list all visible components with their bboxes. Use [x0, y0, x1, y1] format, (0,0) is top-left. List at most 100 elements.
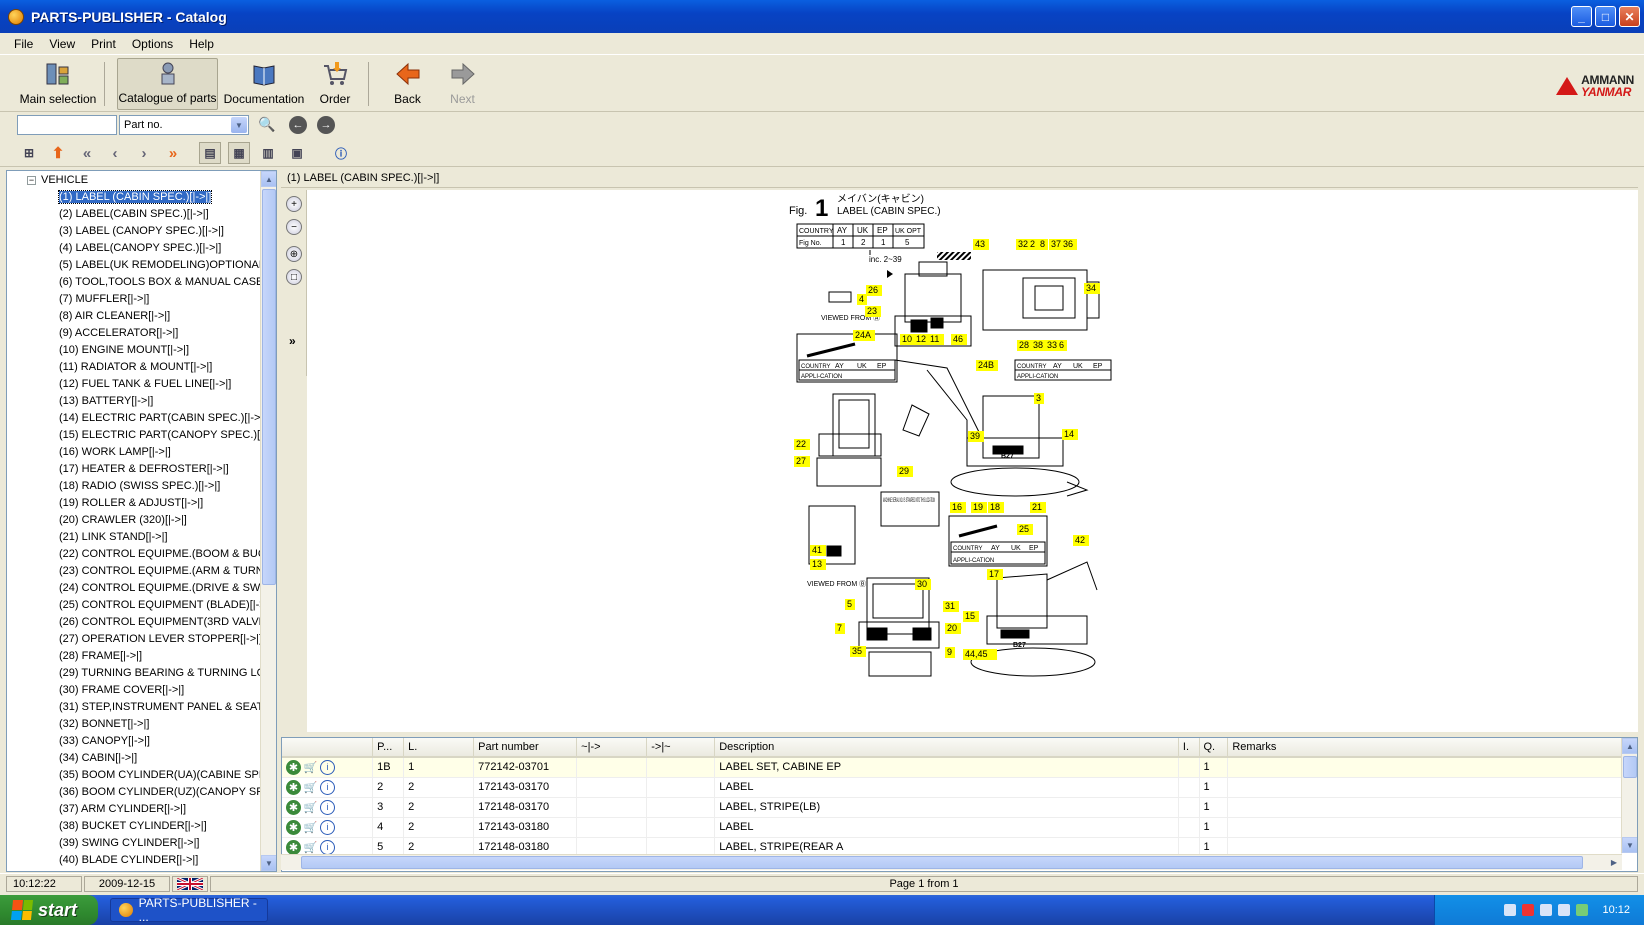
tree-item[interactable]: (10) ENGINE MOUNT[|->|] [57, 343, 269, 360]
tree-item[interactable]: (35) BOOM CYLINDER(UA)(CABINE SPEC.)[|->… [57, 768, 269, 785]
zoom-out-icon[interactable]: − [286, 219, 302, 235]
callout-label[interactable]: 27 [796, 456, 806, 466]
tree-item[interactable]: (23) CONTROL EQUIPME.(ARM & TURNING)[|->… [57, 564, 269, 581]
minimize-button[interactable]: _ [1571, 6, 1592, 27]
part-detail-icon[interactable]: ✱ [286, 819, 301, 835]
callout-label[interactable]: 44,45 [965, 649, 988, 659]
callout-label[interactable]: 16 [952, 502, 962, 512]
tree-item[interactable]: (33) CANOPY[|->|] [57, 734, 269, 751]
callout-label[interactable]: 38 [1033, 340, 1043, 350]
grid-scroll-up-icon[interactable]: ▲ [1622, 738, 1637, 754]
menu-help[interactable]: Help [181, 37, 222, 51]
parts-drawing[interactable]: Fig. 1 メイバン(キャビン) LABEL (CABIN SPEC.) CO… [307, 190, 1638, 732]
scroll-up-icon[interactable]: ▲ [261, 171, 276, 187]
tree-item[interactable]: (25) CONTROL EQUIPMENT (BLADE)[|->|] [57, 598, 269, 615]
tree-item[interactable]: (3) LABEL (CANOPY SPEC.)[|->|] [57, 224, 269, 241]
callout-label[interactable]: 24B [978, 360, 994, 370]
info-icon[interactable]: i [320, 839, 335, 855]
tree-item[interactable]: (9) ACCELERATOR[|->|] [57, 326, 269, 343]
maximize-button[interactable]: □ [1595, 6, 1616, 27]
part-detail-icon[interactable]: ✱ [286, 839, 301, 855]
view-thumbnails-icon[interactable]: ▣ [286, 142, 308, 164]
prev-result-icon[interactable]: ← [289, 116, 307, 134]
tree-item[interactable]: (5) LABEL(UK REMODELING)OPTIONAL[|->|] [57, 258, 269, 275]
zoom-area-icon[interactable]: ⊕ [286, 246, 302, 262]
info-icon[interactable]: i [320, 759, 335, 775]
tree-item[interactable]: (32) BONNET[|->|] [57, 717, 269, 734]
callout-label[interactable]: 6 [1059, 340, 1064, 350]
tree-root[interactable]: − VEHICLE [27, 174, 88, 186]
tree-item[interactable]: (28) FRAME[|->|] [57, 649, 269, 666]
callout-label[interactable]: 12 [916, 334, 926, 344]
collapse-icon[interactable]: − [27, 175, 36, 185]
callout-label[interactable]: 9 [947, 647, 952, 657]
callout-label[interactable]: 4 [859, 294, 864, 304]
language-flag-icon[interactable] [172, 876, 208, 892]
callout-label[interactable]: 37 [1051, 239, 1061, 249]
scroll-down-icon[interactable]: ▼ [261, 855, 276, 871]
add-to-cart-icon[interactable]: 🛒 [303, 780, 318, 795]
tree-item[interactable]: (15) ELECTRIC PART(CANOPY SPEC.)[|->|] [57, 428, 269, 445]
network-icon[interactable] [1504, 904, 1517, 916]
menu-options[interactable]: Options [124, 37, 181, 51]
tree-item[interactable]: (26) CONTROL EQUIPMENT(3RD VALVE)[|->|] [57, 615, 269, 632]
grid-hscrollbar[interactable]: ▶ [281, 854, 1622, 870]
tree-item[interactable]: (21) LINK STAND[|->|] [57, 530, 269, 547]
tree-item[interactable]: (31) STEP,INSTRUMENT PANEL & SEAT[|->|] [57, 700, 269, 717]
callout-label[interactable]: 21 [1032, 502, 1042, 512]
fit-page-icon[interactable]: □ [286, 269, 302, 285]
next-page-icon[interactable]: › [133, 142, 155, 164]
callout-label[interactable]: 14 [1064, 429, 1074, 439]
order-button[interactable]: Order [310, 58, 360, 110]
info-icon[interactable]: i [320, 819, 335, 835]
callout-label[interactable]: 18 [990, 502, 1000, 512]
add-to-cart-icon[interactable]: 🛒 [303, 820, 318, 835]
callout-label[interactable]: 36 [1063, 239, 1073, 249]
main-selection-button[interactable]: Main selection [18, 58, 98, 110]
callout-label[interactable]: 31 [945, 601, 955, 611]
grid-scroll-thumb[interactable] [1623, 756, 1637, 778]
callout-label[interactable]: 34 [1086, 283, 1096, 293]
info-icon[interactable]: i [320, 799, 335, 815]
col-level[interactable]: L. [403, 738, 475, 758]
tree-item[interactable]: (20) CRAWLER (320)[|->|] [57, 513, 269, 530]
callout-label[interactable]: 8 [1040, 239, 1045, 249]
grid-hscroll-thumb[interactable] [301, 856, 1583, 869]
menu-file[interactable]: File [6, 37, 41, 51]
add-to-cart-icon[interactable]: 🛒 [303, 840, 318, 855]
callout-label[interactable]: 7 [837, 623, 842, 633]
tree-view-icon[interactable]: ⊞ [18, 142, 40, 164]
tree-item[interactable]: (19) ROLLER & ADJUST[|->|] [57, 496, 269, 513]
view-split-icon[interactable]: ▦ [228, 142, 250, 164]
info-icon[interactable]: ⓘ [330, 142, 352, 164]
first-page-icon[interactable]: « [76, 142, 98, 164]
col-qty[interactable]: Q. [1199, 738, 1229, 758]
callout-label[interactable]: 22 [796, 439, 806, 449]
tree-item[interactable]: (40) BLADE CYLINDER[|->|] [57, 853, 269, 870]
add-to-cart-icon[interactable]: 🛒 [303, 800, 318, 815]
volume-icon[interactable] [1558, 904, 1571, 916]
tree-item[interactable]: (29) TURNING BEARING & TURNING LOCK[|->|… [57, 666, 269, 683]
callout-label[interactable]: 13 [812, 559, 822, 569]
callout-label[interactable]: 29 [899, 466, 909, 476]
callout-label[interactable]: 26 [868, 285, 878, 295]
callout-label[interactable]: 25 [1019, 524, 1029, 534]
start-button[interactable]: start [0, 895, 98, 925]
tree-item[interactable]: (38) BUCKET CYLINDER[|->|] [57, 819, 269, 836]
scroll-right-icon[interactable]: ▶ [1606, 855, 1622, 870]
tree-item[interactable]: (16) WORK LAMP[|->|] [57, 445, 269, 462]
tree-item[interactable]: (36) BOOM CYLINDER(UZ)(CANOPY SPEC.)[|->… [57, 785, 269, 802]
tree-item[interactable]: (18) RADIO (SWISS SPEC.)[|->|] [57, 479, 269, 496]
view-list-icon[interactable]: ▥ [257, 142, 279, 164]
col-remarks[interactable]: Remarks [1227, 738, 1622, 758]
tree-item[interactable]: (17) HEATER & DEFROSTER[|->|] [57, 462, 269, 479]
part-detail-icon[interactable]: ✱ [286, 799, 301, 815]
tree-scrollbar[interactable]: ▲ ▼ [260, 171, 276, 871]
callout-label[interactable]: 28 [1019, 340, 1029, 350]
col-to[interactable]: ->|~ [646, 738, 716, 758]
callout-label[interactable]: 20 [947, 623, 957, 633]
callout-label[interactable]: 35 [852, 646, 862, 656]
table-row[interactable]: ✱ 🛒 i 3 2 172148-03170 LABEL, STRIPE(LB) 1 [282, 797, 1622, 818]
tree-item[interactable]: (37) ARM CYLINDER[|->|] [57, 802, 269, 819]
monitor-icon[interactable] [1540, 904, 1553, 916]
